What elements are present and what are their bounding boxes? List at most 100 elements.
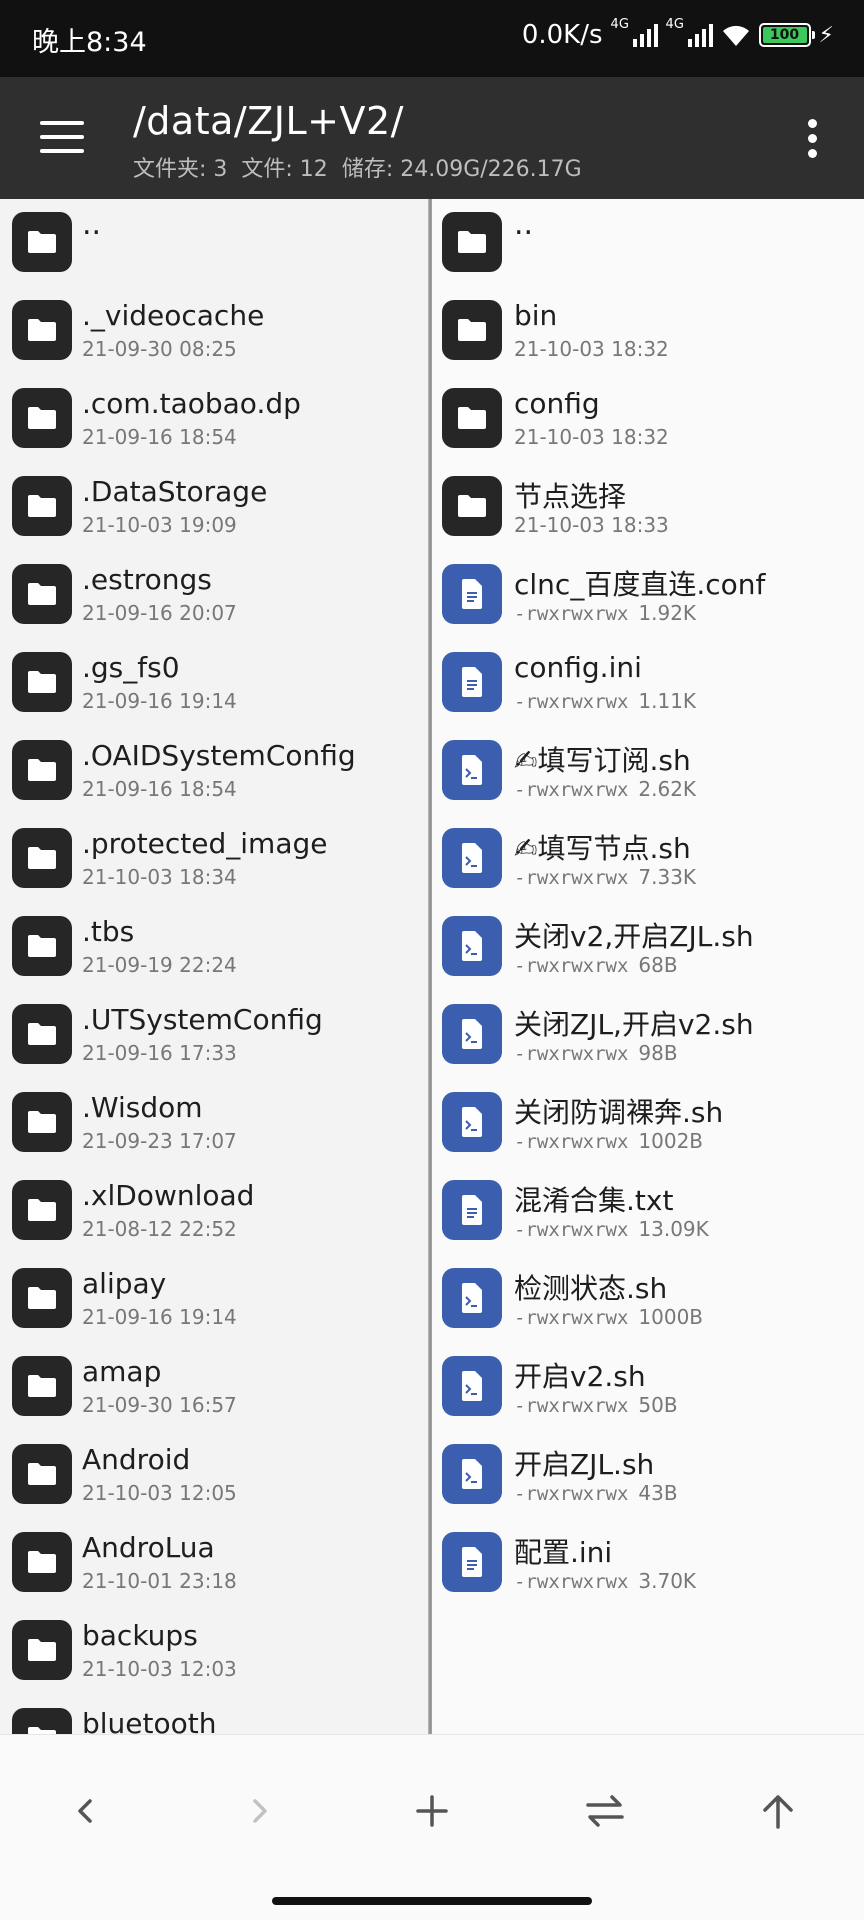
item-meta: -rwxrwxrwx 98B [514, 1041, 678, 1065]
item-name: ✍填写节点.sh [514, 832, 691, 865]
document-icon [442, 564, 502, 624]
list-item[interactable]: Android 21-10-03 12:05 [0, 1431, 430, 1519]
list-item[interactable]: bluetooth [0, 1695, 430, 1734]
item-meta: -rwxrwxrwx 1.92K [514, 601, 696, 625]
list-item[interactable]: .com.taobao.dp 21-09-16 18:54 [0, 375, 430, 463]
item-permissions: -rwxrwxrwx [514, 779, 629, 801]
list-item[interactable]: .Wisdom 21-09-23 17:07 [0, 1079, 430, 1167]
home-indicator[interactable] [272, 1897, 592, 1905]
list-item[interactable]: .estrongs 21-09-16 20:07 [0, 551, 430, 639]
item-name: alipay [82, 1267, 167, 1300]
item-name: bluetooth [82, 1707, 217, 1734]
item-name: amap [82, 1355, 162, 1388]
list-item[interactable]: 配置.ini -rwxrwxrwx 3.70K [432, 1519, 864, 1607]
item-meta: 21-09-30 16:57 [82, 1393, 237, 1417]
list-item[interactable]: bin 21-10-03 18:32 [432, 287, 864, 375]
list-item[interactable]: 关闭v2,开启ZJL.sh -rwxrwxrwx 68B [432, 903, 864, 991]
folder-icon [12, 740, 72, 800]
list-item[interactable]: 关闭ZJL,开启v2.sh -rwxrwxrwx 98B [432, 991, 864, 1079]
list-item[interactable]: amap 21-09-30 16:57 [0, 1343, 430, 1431]
item-permissions: -rwxrwxrwx [514, 1307, 629, 1329]
item-name: bin [514, 299, 558, 332]
item-meta: -rwxrwxrwx 7.33K [514, 865, 696, 889]
list-item[interactable]: .xlDownload 21-08-12 22:52 [0, 1167, 430, 1255]
bolt-icon: ⚡︎ [818, 22, 834, 48]
list-item[interactable]: alipay 21-09-16 19:14 [0, 1255, 430, 1343]
script-file-icon [442, 1444, 502, 1504]
folder-icon [12, 916, 72, 976]
list-item[interactable]: .gs_fs0 21-09-16 19:14 [0, 639, 430, 727]
plus-icon[interactable] [392, 1771, 472, 1851]
list-item[interactable]: ._videocache 21-09-30 08:25 [0, 287, 430, 375]
item-meta: 21-09-19 22:24 [82, 953, 237, 977]
item-permissions: -rwxrwxrwx [514, 691, 629, 713]
item-name: 配置.ini [514, 1536, 613, 1569]
folder-icon [442, 476, 502, 536]
chevron-right-icon[interactable] [219, 1771, 299, 1851]
item-size: 7.33K [638, 865, 697, 889]
more-vert-icon[interactable] [806, 119, 818, 159]
item-name: .OAIDSystemConfig [82, 739, 356, 772]
item-meta: 21-10-03 18:32 [514, 425, 669, 449]
list-item[interactable]: .DataStorage 21-10-03 19:09 [0, 463, 430, 551]
chevron-left-icon[interactable] [46, 1771, 126, 1851]
list-item[interactable]: ✍填写订阅.sh -rwxrwxrwx 2.62K [432, 727, 864, 815]
folder-icon [12, 300, 72, 360]
item-permissions: -rwxrwxrwx [514, 603, 629, 625]
item-meta: 21-10-03 18:34 [82, 865, 237, 889]
folder-count: 文件夹: 3 [133, 157, 228, 182]
list-item[interactable]: ✍填写节点.sh -rwxrwxrwx 7.33K [432, 815, 864, 903]
item-meta: -rwxrwxrwx 1000B [514, 1305, 703, 1329]
list-item[interactable]: 混淆合集.txt -rwxrwxrwx 13.09K [432, 1167, 864, 1255]
item-date: 21-09-23 17:07 [82, 1129, 237, 1153]
left-pane[interactable]: .. ._videocache 21-09-30 08:25 .com.taobao.… [0, 199, 430, 1734]
list-item[interactable]: 开启v2.sh -rwxrwxrwx 50B [432, 1343, 864, 1431]
dual-pane-browser: .. ._videocache 21-09-30 08:25 .com.taobao.… [0, 199, 864, 1734]
item-name: 开启ZJL.sh [514, 1448, 655, 1481]
list-item[interactable]: backups 21-10-03 12:03 [0, 1607, 430, 1695]
item-name: .estrongs [82, 563, 212, 596]
list-item[interactable]: config.ini -rwxrwxrwx 1.11K [432, 639, 864, 727]
swap-icon[interactable] [565, 1771, 645, 1851]
item-meta: -rwxrwxrwx 50B [514, 1393, 678, 1417]
item-size: 1.11K [638, 689, 697, 713]
right-pane[interactable]: .. bin 21-10-03 18:32 config 21-10-03 18:32 节… [432, 199, 864, 1734]
item-permissions: -rwxrwxrwx [514, 1483, 629, 1505]
item-name: 节点选择 [514, 480, 627, 513]
item-meta: 21-10-03 19:09 [82, 513, 237, 537]
list-item[interactable]: .tbs 21-09-19 22:24 [0, 903, 430, 991]
list-item[interactable]: config 21-10-03 18:32 [432, 375, 864, 463]
app-toolbar: /data/ZJL+V2/ 文件夹: 3 文件: 12 储存: 24.09G/2… [0, 77, 864, 199]
item-date: 21-10-03 12:05 [82, 1481, 237, 1505]
list-item[interactable]: clnc_百度直连.conf -rwxrwxrwx 1.92K [432, 551, 864, 639]
list-item[interactable]: AndroLua 21-10-01 23:18 [0, 1519, 430, 1607]
net-speed: 0.0K/s [521, 20, 603, 50]
list-item[interactable]: 检测状态.sh -rwxrwxrwx 1000B [432, 1255, 864, 1343]
folder-icon [12, 564, 72, 624]
item-name: 检测状态.sh [514, 1272, 668, 1305]
folder-icon [12, 1004, 72, 1064]
parent-dir-item[interactable]: .. [0, 199, 430, 287]
item-name: 开启v2.sh [514, 1360, 646, 1393]
list-item[interactable]: 节点选择 21-10-03 18:33 [432, 463, 864, 551]
item-size: 2.62K [638, 777, 697, 801]
folder-icon [12, 1356, 72, 1416]
file-count: 文件: 12 [241, 157, 328, 182]
list-item[interactable]: .protected_image 21-10-03 18:34 [0, 815, 430, 903]
item-meta: 21-10-03 12:05 [82, 1481, 237, 1505]
path-info: 文件夹: 3 文件: 12 储存: 24.09G/226.17G [133, 151, 582, 183]
item-name: .com.taobao.dp [82, 387, 301, 420]
hamburger-icon[interactable] [40, 121, 84, 153]
item-date: 21-10-03 12:03 [82, 1657, 237, 1681]
item-meta: -rwxrwxrwx 3.70K [514, 1569, 696, 1593]
script-file-icon [442, 740, 502, 800]
parent-dir-item[interactable]: .. [432, 199, 864, 287]
list-item[interactable]: .OAIDSystemConfig 21-09-16 18:54 [0, 727, 430, 815]
item-name: 关闭ZJL,开启v2.sh [514, 1008, 754, 1041]
list-item[interactable]: 关闭防调裸奔.sh -rwxrwxrwx 1002B [432, 1079, 864, 1167]
list-item[interactable]: 开启ZJL.sh -rwxrwxrwx 43B [432, 1431, 864, 1519]
list-item[interactable]: .UTSystemConfig 21-09-16 17:33 [0, 991, 430, 1079]
item-date: 21-10-03 18:34 [82, 865, 237, 889]
arrow-up-icon[interactable] [738, 1771, 818, 1851]
item-size: 1002B [638, 1129, 704, 1153]
